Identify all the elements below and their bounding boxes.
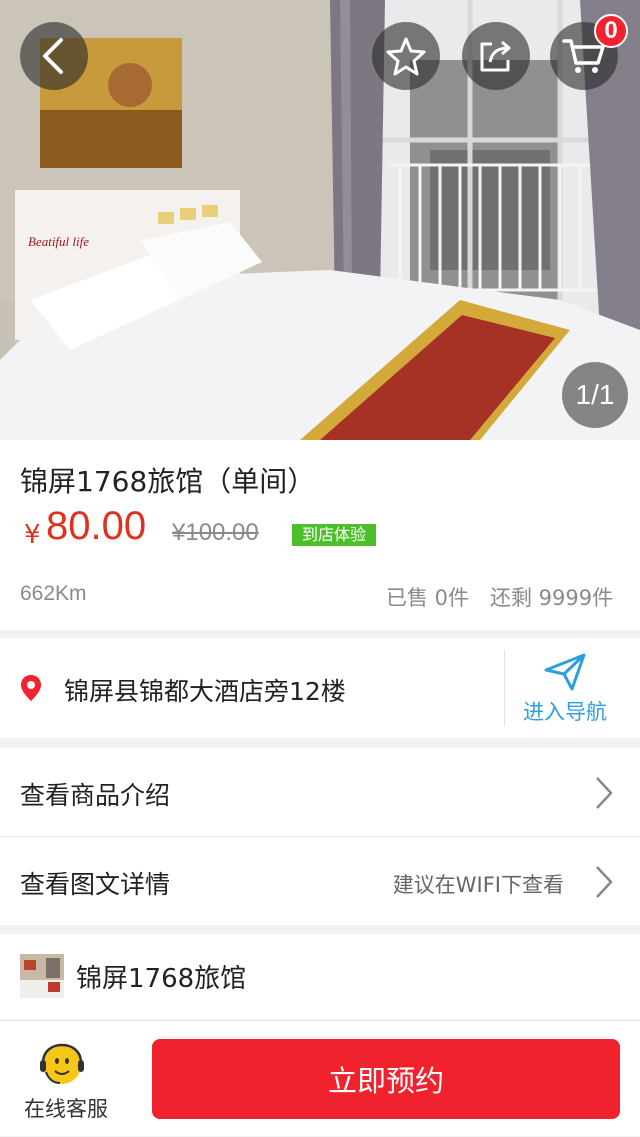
favorite-button[interactable]	[372, 22, 440, 90]
share-button[interactable]	[462, 22, 530, 90]
remaining-stock: 还剩 9999件	[490, 586, 614, 610]
navigate-button[interactable]: 进入导航	[505, 638, 640, 738]
original-price: ¥100.00	[172, 519, 259, 546]
product-photo[interactable]: Beatiful life 0 1/1	[0, 0, 640, 440]
chevron-left-icon	[43, 38, 63, 74]
address-row: 锦屏县锦都大酒店旁12楼 进入导航	[0, 638, 640, 738]
headset-service-icon	[40, 1043, 84, 1084]
paper-plane-icon	[544, 653, 586, 691]
shop-thumbnail	[20, 954, 64, 998]
customer-service-button[interactable]: 在线客服	[0, 1021, 138, 1137]
product-intro-label: 查看商品介绍	[20, 781, 171, 810]
book-now-button[interactable]: 立即预约	[152, 1039, 620, 1119]
distance: 662Km	[20, 582, 87, 605]
star-icon	[386, 37, 426, 76]
in-store-tag: 到店体验	[292, 524, 377, 546]
hotel-room-image: Beatiful life	[0, 0, 640, 440]
navigate-label: 进入导航	[523, 700, 607, 724]
shop-name: 锦屏1768旅馆	[76, 964, 247, 994]
currency-symbol: ¥	[24, 520, 41, 550]
location-pin-icon	[21, 675, 41, 701]
back-button[interactable]	[20, 22, 88, 90]
image-pager: 1/1	[562, 362, 628, 428]
product-intro-row[interactable]: 查看商品介绍	[0, 748, 640, 836]
detail-images-row[interactable]: 查看图文详情 建议在WIFI下查看	[0, 837, 640, 925]
pillow-text: Beatiful life	[28, 234, 89, 249]
sold-count: 已售 0件	[386, 586, 470, 610]
cart-count-badge: 0	[594, 14, 628, 48]
wifi-hint: 建议在WIFI下查看	[392, 873, 564, 897]
share-icon	[480, 40, 511, 72]
current-price: 80.00	[46, 504, 147, 548]
chevron-right-icon	[596, 866, 613, 898]
shop-row[interactable]: 锦屏1768旅馆	[0, 934, 640, 1020]
product-title: 锦屏1768旅馆（单间）	[20, 465, 316, 498]
customer-service-label: 在线客服	[24, 1097, 108, 1121]
address-text: 锦屏县锦都大酒店旁12楼	[64, 677, 346, 706]
chevron-right-icon	[596, 777, 613, 809]
detail-images-label: 查看图文详情	[20, 870, 171, 899]
bottom-action-bar: 在线客服 立即预约	[0, 1020, 640, 1136]
